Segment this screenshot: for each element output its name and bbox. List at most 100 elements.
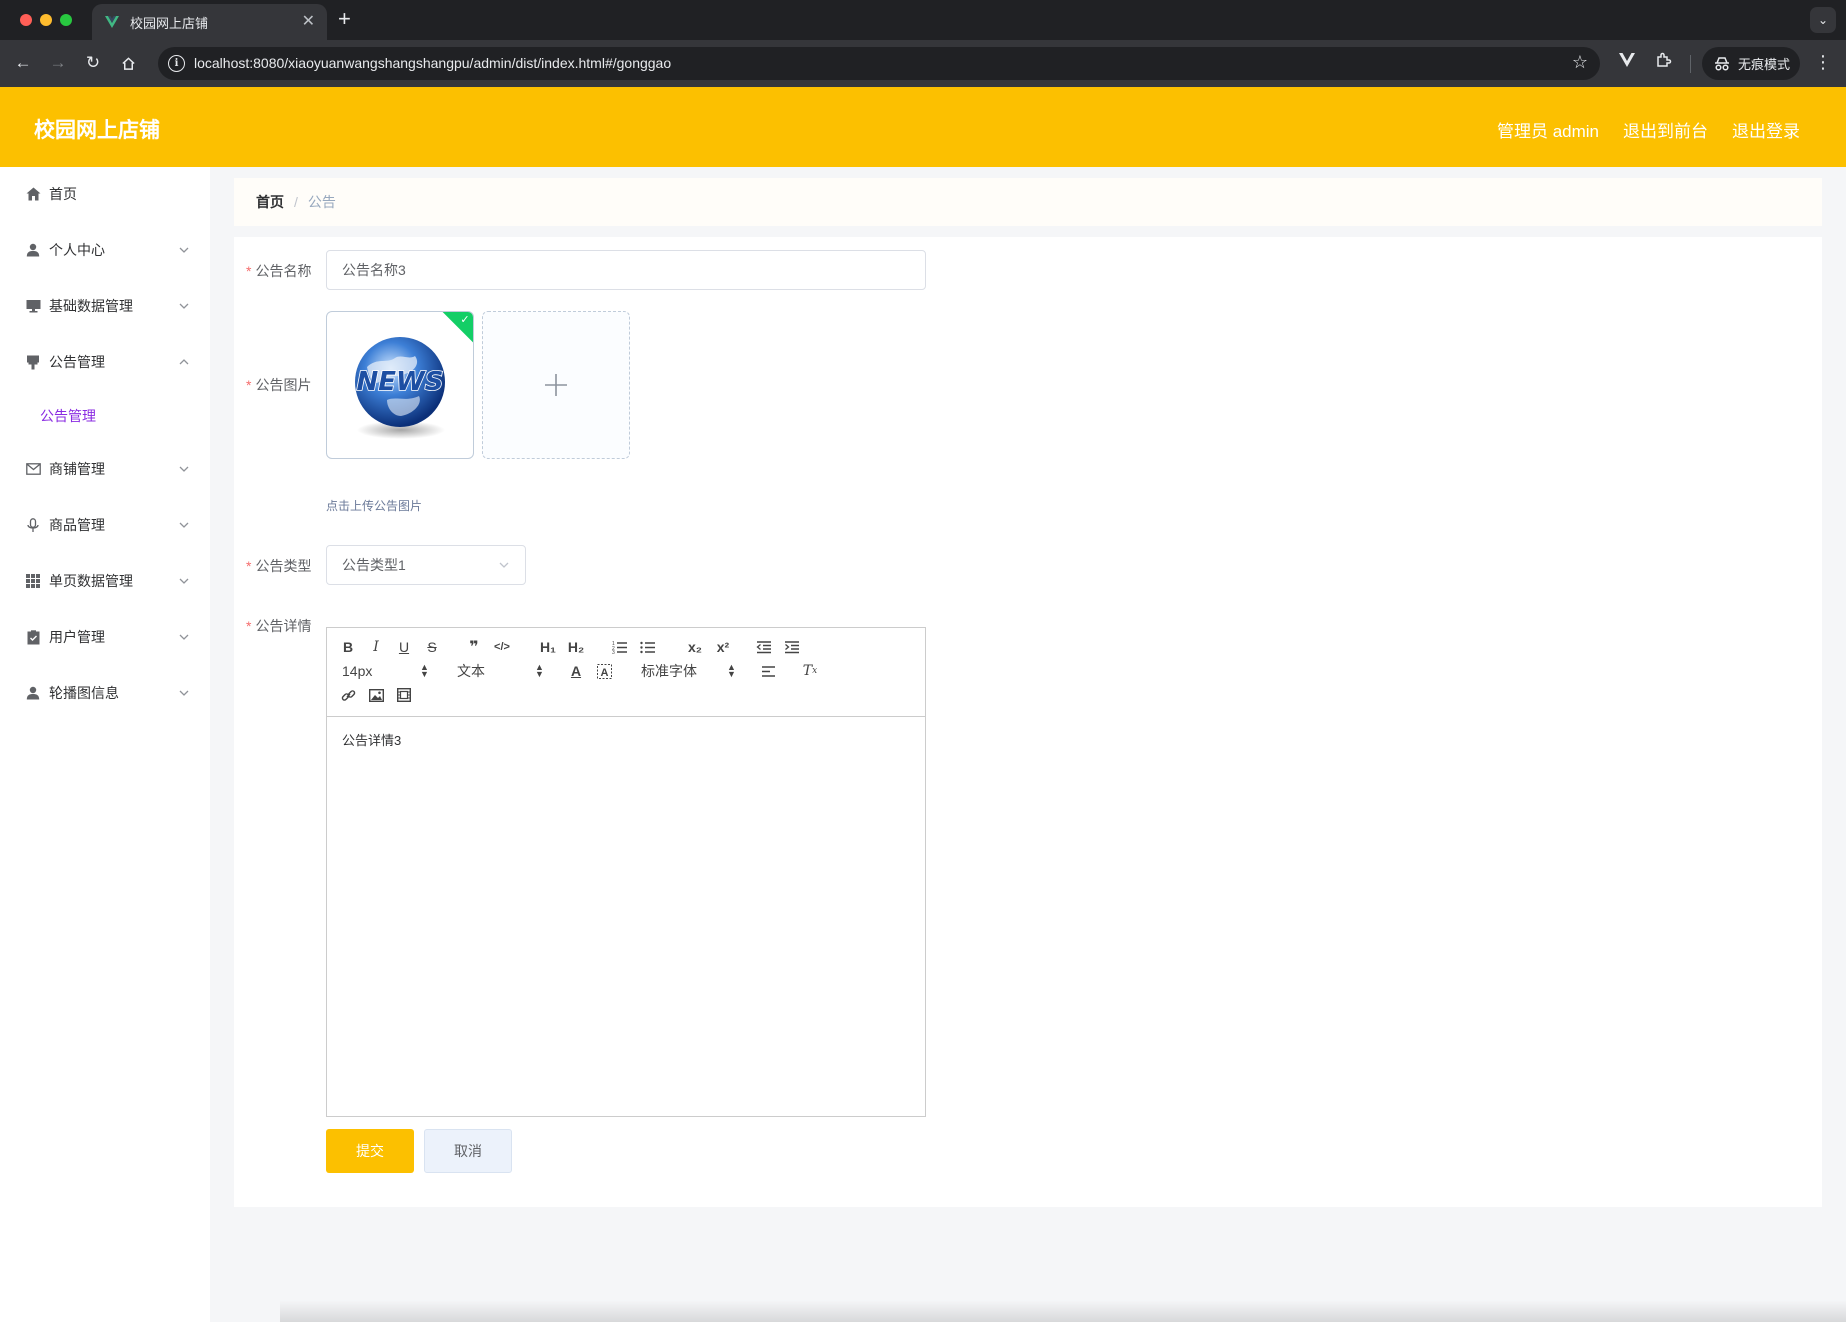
user-icon <box>24 684 42 702</box>
browser-tab[interactable]: 校园网上店铺 ✕ <box>92 4 327 40</box>
tab-close-icon[interactable]: ✕ <box>302 14 315 30</box>
bookmark-star-icon[interactable]: ☆ <box>1572 52 1588 73</box>
home-button-icon[interactable] <box>116 51 140 75</box>
cancel-button[interactable]: 取消 <box>424 1129 512 1173</box>
svg-text:A: A <box>600 667 608 679</box>
home-icon <box>24 185 42 203</box>
sidebar: 首页 个人中心 基础数据管理 公告管理 公告管理 商铺管理 商品管理 单页数据管… <box>0 167 210 1322</box>
select-arrows-icon: ▲ ▼ <box>535 662 544 679</box>
font-color-icon[interactable]: A <box>567 662 585 680</box>
sidebar-item-label: 公告管理 <box>49 354 105 370</box>
header-select[interactable]: 文本 ▲ ▼ <box>457 662 544 680</box>
plus-icon <box>545 374 567 396</box>
select-arrows-icon: ▲ ▼ <box>420 662 429 679</box>
notice-name-input[interactable] <box>326 250 926 290</box>
bullet-list-icon[interactable] <box>639 638 657 656</box>
chevron-down-icon <box>499 562 509 568</box>
ordered-list-icon[interactable]: 123 <box>611 638 629 656</box>
uploaded-image-thumbnail[interactable]: NEWS ✓ <box>326 311 474 459</box>
notice-type-select[interactable]: 公告类型1 <box>326 545 526 585</box>
sidebar-item-shop-management[interactable]: 商铺管理 <box>0 449 210 489</box>
new-tab-button[interactable]: + <box>338 7 351 31</box>
strikethrough-icon[interactable]: S <box>423 638 441 656</box>
video-icon[interactable] <box>395 686 413 704</box>
sidebar-item-basic-data[interactable]: 基础数据管理 <box>0 286 210 326</box>
notice-form: *公告名称 *公告图片 NEWS ✓ <box>234 237 1822 1207</box>
extensions-icon[interactable] <box>1655 52 1672 74</box>
sidebar-item-label: 用户管理 <box>49 629 105 645</box>
image-label: * 公告图片 <box>246 377 312 393</box>
indent-icon[interactable] <box>783 638 801 656</box>
editor-text: 公告详情3 <box>342 733 402 748</box>
tab-title: 校园网上店铺 <box>130 15 209 31</box>
link-icon[interactable] <box>339 686 357 704</box>
sidebar-subitem-notice-management[interactable]: 公告管理 <box>0 396 210 436</box>
logout-link[interactable]: 退出登录 <box>1732 117 1800 142</box>
outdent-icon[interactable] <box>755 638 773 656</box>
sidebar-item-carousel-info[interactable]: 轮播图信息 <box>0 673 210 713</box>
browser-tab-bar: 校园网上店铺 ✕ + ⌄ <box>0 0 1846 40</box>
incognito-badge[interactable]: 无痕模式 <box>1702 47 1800 80</box>
clear-format-icon[interactable]: Tx <box>801 662 819 680</box>
news-globe-image: NEWS <box>355 337 445 439</box>
subscript-icon[interactable]: x₂ <box>685 638 705 656</box>
admin-user-label: 管理员 admin <box>1496 122 1599 141</box>
back-icon[interactable]: ← <box>11 51 35 75</box>
grid-icon <box>24 572 42 590</box>
site-info-icon[interactable]: i <box>168 55 185 72</box>
window-zoom-dot[interactable] <box>60 14 72 26</box>
sidebar-item-product-management[interactable]: 商品管理 <box>0 505 210 545</box>
align-icon[interactable] <box>759 662 777 680</box>
tab-search-icon[interactable]: ⌄ <box>1810 7 1836 33</box>
upload-tip: 点击上传公告图片 <box>326 499 423 513</box>
vue-devtools-icon[interactable] <box>1618 52 1636 73</box>
news-text: NEWS <box>357 367 444 397</box>
header-2-icon[interactable]: H₂ <box>565 638 587 656</box>
code-block-icon[interactable]: </> <box>493 638 511 656</box>
chevron-down-icon <box>179 247 189 253</box>
breadcrumb: 首页 / 公告 <box>234 178 1822 226</box>
editor-content[interactable]: 公告详情3 <box>342 730 401 749</box>
upload-add-button[interactable] <box>482 311 630 459</box>
svg-text:3: 3 <box>612 650 615 654</box>
incognito-label: 无痕模式 <box>1738 57 1791 72</box>
sidebar-item-notice-management[interactable]: 公告管理 <box>0 342 210 382</box>
detail-label: * 公告详情 <box>246 618 312 634</box>
address-bar[interactable]: i localhost:8080/xiaoyuanwangshangshangp… <box>158 47 1600 80</box>
exit-to-front-link[interactable]: 退出到前台 <box>1623 117 1708 142</box>
chevron-down-icon <box>179 466 189 472</box>
bold-icon[interactable]: B <box>339 638 357 656</box>
breadcrumb-home[interactable]: 首页 <box>256 192 284 212</box>
brush-icon <box>24 353 42 371</box>
window-minimize-dot[interactable] <box>40 14 52 26</box>
forward-icon[interactable]: → <box>46 51 70 75</box>
sidebar-item-user-management[interactable]: 用户管理 <box>0 617 210 657</box>
background-color-icon[interactable]: A <box>595 662 613 680</box>
app-title: 校园网上店铺 <box>34 119 160 142</box>
sidebar-item-label: 基础数据管理 <box>49 298 133 314</box>
superscript-icon[interactable]: x² <box>713 638 733 656</box>
header-1-icon[interactable]: H₁ <box>537 638 559 656</box>
italic-icon[interactable]: I <box>367 638 385 656</box>
window-close-dot[interactable] <box>20 14 32 26</box>
clipboard-icon <box>24 628 42 646</box>
submit-button[interactable]: 提交 <box>326 1129 414 1173</box>
blockquote-icon[interactable]: ❞ <box>465 638 483 656</box>
header-value: 文本 <box>457 663 485 679</box>
browser-menu-icon[interactable]: ⋮ <box>1814 50 1832 74</box>
mail-icon <box>24 460 42 478</box>
breadcrumb-current: 公告 <box>307 194 336 210</box>
font-size-value: 14px <box>342 663 373 679</box>
sidebar-item-personal-center[interactable]: 个人中心 <box>0 230 210 270</box>
image-icon[interactable] <box>367 686 385 704</box>
sidebar-item-home[interactable]: 首页 <box>0 174 210 214</box>
font-size-select[interactable]: 14px ▲ ▼ <box>342 662 429 680</box>
vue-logo-icon <box>105 16 119 28</box>
chevron-down-icon <box>179 634 189 640</box>
underline-icon[interactable]: U <box>395 638 413 656</box>
reload-icon[interactable]: ↻ <box>81 51 105 75</box>
sidebar-item-single-page-data[interactable]: 单页数据管理 <box>0 561 210 601</box>
font-family-value: 标准字体 <box>641 663 697 679</box>
font-family-select[interactable]: 标准字体 ▲ ▼ <box>641 662 736 680</box>
sidebar-subitem-label: 公告管理 <box>40 408 96 424</box>
